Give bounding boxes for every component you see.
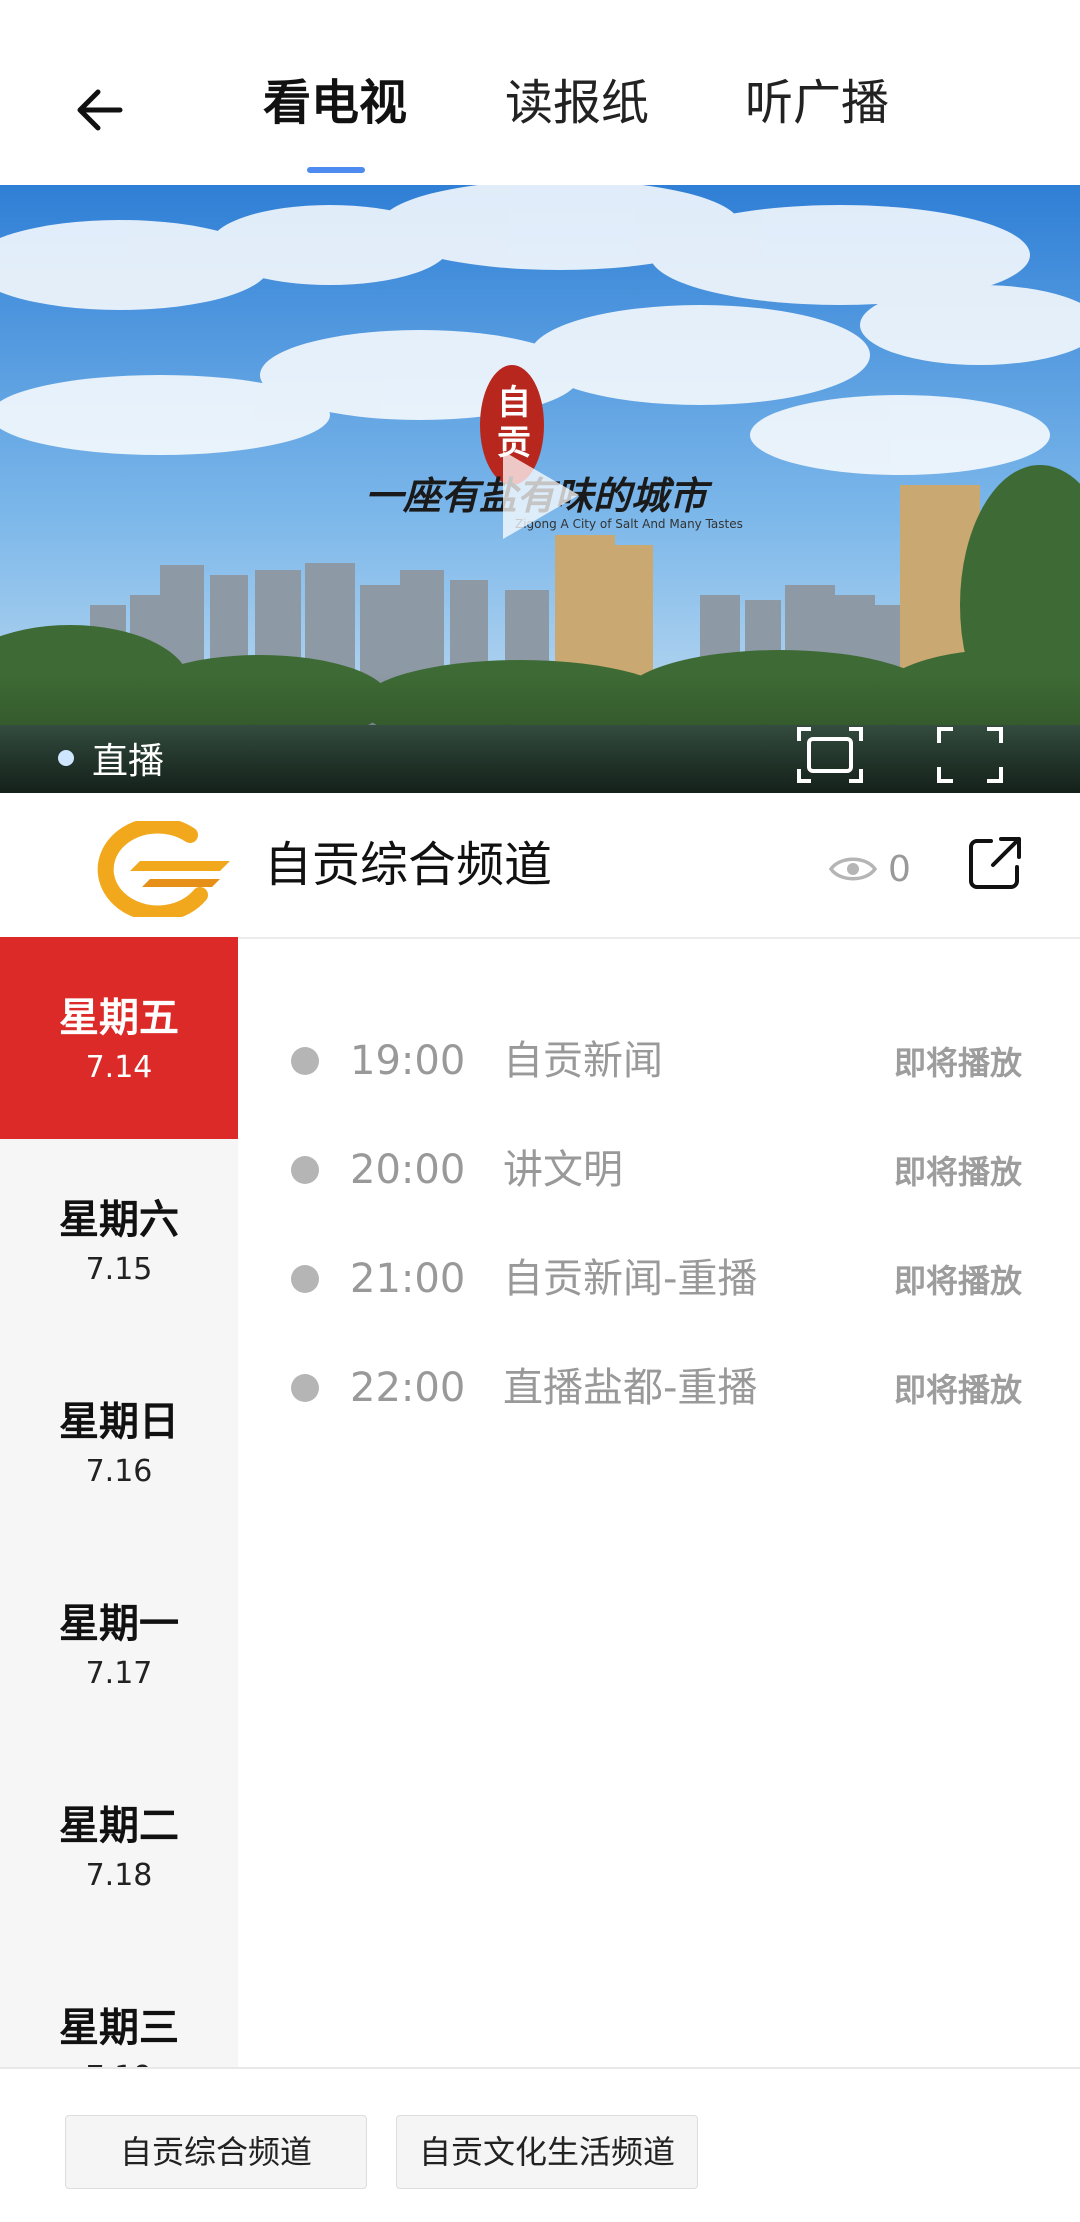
live-dot-icon (58, 750, 74, 766)
view-count: 0 (888, 848, 911, 890)
picture-in-picture-icon[interactable] (795, 725, 865, 785)
live-label: 直播 (92, 741, 165, 782)
program-title: 自贡新闻-重播 (503, 1256, 758, 1302)
back-button[interactable] (55, 70, 145, 150)
eye-icon (828, 857, 878, 881)
program-time: 20:00 (350, 1147, 466, 1193)
day-item-sunday[interactable]: 星期日 7.16 (0, 1341, 238, 1543)
play-icon[interactable] (495, 445, 585, 545)
fullscreen-icon[interactable] (935, 725, 1005, 785)
top-nav-bar: 看电视 读报纸 听广播 (0, 0, 1080, 185)
program-status: 即将播放 (893, 1153, 1022, 1191)
program-dot-icon (291, 1374, 319, 1402)
program-time: 19:00 (350, 1038, 466, 1084)
program-status: 即将播放 (893, 1044, 1022, 1082)
share-icon[interactable] (965, 833, 1025, 893)
day-date: 7.15 (85, 1252, 153, 1287)
day-date: 7.14 (85, 1050, 153, 1085)
channel-name: 自贡综合频道 (264, 837, 553, 893)
day-name: 星期二 (59, 1803, 179, 1849)
channel-button-culture-life[interactable]: 自贡文化生活频道 (396, 2115, 698, 2189)
program-time: 21:00 (350, 1256, 466, 1302)
active-tab-indicator (307, 167, 365, 173)
day-name: 星期日 (59, 1399, 179, 1445)
program-title: 自贡新闻 (503, 1038, 663, 1084)
day-item-saturday[interactable]: 星期六 7.15 (0, 1139, 238, 1341)
program-title: 讲文明 (503, 1147, 623, 1193)
channel-switch-bar: 自贡综合频道 自贡文化生活频道 (0, 2067, 1080, 2222)
view-counter: 0 (828, 841, 911, 897)
program-dot-icon (291, 1047, 319, 1075)
day-name: 星期六 (59, 1197, 179, 1243)
program-status: 即将播放 (893, 1371, 1022, 1409)
day-item-monday[interactable]: 星期一 7.17 (0, 1543, 238, 1745)
program-time: 22:00 (350, 1365, 466, 1411)
program-status: 即将播放 (893, 1262, 1022, 1300)
channel-header: 自贡综合频道 0 (0, 793, 1080, 939)
day-item-tuesday[interactable]: 星期二 7.18 (0, 1745, 238, 1947)
arrow-left-icon (77, 89, 123, 131)
day-date: 7.17 (85, 1656, 153, 1691)
program-item[interactable]: 22:00 直播盐都-重播 即将播放 (238, 1330, 1080, 1440)
day-item-friday[interactable]: 星期五 7.14 (0, 937, 238, 1139)
day-item-wednesday[interactable]: 星期三 7.19 (0, 1947, 238, 2067)
tab-read-newspaper[interactable]: 读报纸 (505, 68, 649, 138)
day-name: 星期三 (59, 2005, 179, 2051)
day-date: 7.18 (85, 1858, 153, 1893)
program-item[interactable]: 19:00 自贡新闻 即将播放 (238, 1003, 1080, 1113)
channel-button-general[interactable]: 自贡综合频道 (65, 2115, 367, 2189)
program-dot-icon (291, 1156, 319, 1184)
day-date: 7.19 (0, 2058, 238, 2067)
tab-listen-radio[interactable]: 听广播 (745, 68, 889, 138)
day-name: 星期一 (59, 1601, 179, 1647)
program-item[interactable]: 20:00 讲文明 即将播放 (238, 1112, 1080, 1222)
day-selector: 星期五 7.14 星期六 7.15 星期日 7.16 星期一 7.17 星期二 … (0, 937, 238, 2067)
day-date: 7.16 (85, 1454, 153, 1489)
live-indicator: 直播 (58, 733, 164, 783)
program-item[interactable]: 21:00 自贡新闻-重播 即将播放 (238, 1221, 1080, 1331)
video-player[interactable]: 自贡 一座有盐有味的城市 Zigong A City of Salt And M… (0, 185, 1080, 793)
day-name: 星期五 (59, 995, 179, 1041)
tab-watch-tv[interactable]: 看电视 (263, 68, 407, 138)
program-title: 直播盐都-重播 (503, 1365, 758, 1411)
program-dot-icon (291, 1265, 319, 1293)
channel-logo (97, 821, 230, 917)
